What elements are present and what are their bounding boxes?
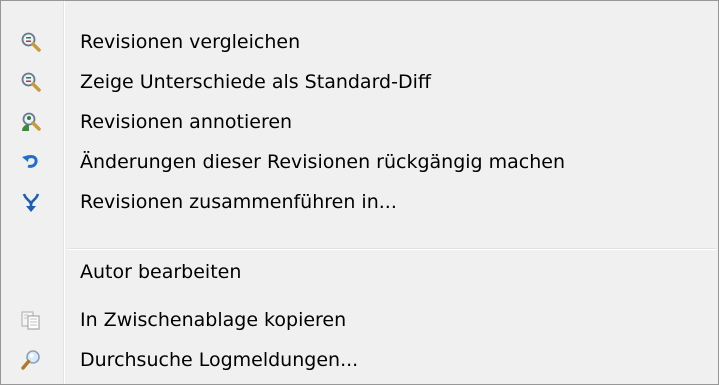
menu-item-label: Zeige Unterschiede als Standard-Diff — [80, 71, 431, 93]
merge-arrow-icon — [20, 191, 42, 213]
menu-item-label: Revisionen vergleichen — [80, 31, 301, 53]
menu-item-revert-changes[interactable]: Änderungen dieser Revisionen rückgängig … — [3, 142, 716, 182]
menu-separator — [67, 248, 716, 250]
menu-item-label: Autor bearbeiten — [80, 261, 242, 283]
menu-item-search-log-messages[interactable]: Durchsuche Logmeldungen... — [3, 340, 716, 380]
menu-item-label: Revisionen annotieren — [80, 111, 293, 133]
search-magnifier-icon — [20, 349, 42, 371]
menu-item-merge-revisions[interactable]: Revisionen zusammenführen in... — [3, 182, 716, 222]
menu-item-label: Revisionen zusammenführen in... — [80, 191, 397, 213]
magnifier-person-blame-icon — [20, 111, 42, 133]
menu-item-label: Durchsuche Logmeldungen... — [80, 349, 359, 371]
menu-item-compare-revisions[interactable]: Revisionen vergleichen — [3, 22, 716, 62]
menu-item-edit-author[interactable]: Autor bearbeiten — [3, 252, 716, 292]
menu-item-annotate-revisions[interactable]: Revisionen annotieren — [3, 102, 716, 142]
magnifier-compare-icon — [20, 31, 42, 53]
magnifier-diff-icon — [20, 71, 42, 93]
undo-arrow-icon — [20, 151, 42, 173]
menu-item-copy-to-clipboard[interactable]: In Zwischenablage kopieren — [3, 300, 716, 340]
menu-item-label: Änderungen dieser Revisionen rückgängig … — [80, 151, 566, 173]
context-menu: Revisionen vergleichen Zeige Unterschied… — [0, 0, 719, 385]
menu-item-show-standard-diff[interactable]: Zeige Unterschiede als Standard-Diff — [3, 62, 716, 102]
clipboard-copy-icon — [20, 309, 42, 331]
menu-item-label: In Zwischenablage kopieren — [80, 309, 347, 331]
